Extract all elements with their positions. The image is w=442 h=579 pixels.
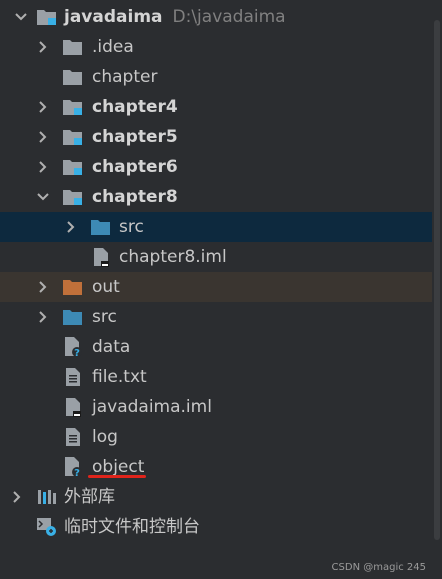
text-file-icon bbox=[62, 427, 84, 447]
source-folder-icon bbox=[90, 217, 112, 237]
tree-row-chapter4[interactable]: chapter4 bbox=[0, 92, 432, 122]
unknown-file-icon: ? bbox=[62, 337, 84, 358]
tree-row-chapter8-iml[interactable]: chapter8.iml bbox=[0, 242, 432, 272]
root-path: D:\javadaima bbox=[172, 7, 286, 27]
chevron-right-icon[interactable] bbox=[36, 100, 50, 114]
tree-row-chapter6[interactable]: chapter6 bbox=[0, 152, 432, 182]
tree-item-label: chapter bbox=[92, 67, 158, 87]
tree-row-chapter[interactable]: chapter bbox=[0, 62, 432, 92]
module-folder-icon bbox=[62, 127, 84, 147]
module-folder-icon bbox=[62, 97, 84, 117]
iml-file-icon bbox=[90, 247, 112, 267]
tree-item-label: chapter6 bbox=[92, 157, 178, 177]
chevron-right-icon[interactable] bbox=[36, 40, 50, 54]
unknown-file-icon: ? bbox=[62, 457, 84, 478]
excluded-folder-icon bbox=[62, 277, 84, 297]
folder-icon bbox=[62, 37, 84, 57]
module-folder-icon bbox=[36, 7, 58, 27]
tree-item-label: chapter5 bbox=[92, 127, 178, 147]
watermark: CSDN @magic 245 bbox=[331, 562, 426, 573]
chevron-right-icon[interactable] bbox=[36, 130, 50, 144]
project-tree: javadaima D:\javadaima .idea chapter chap… bbox=[0, 0, 442, 579]
tree-item-label: file.txt bbox=[92, 367, 147, 387]
svg-text:?: ? bbox=[74, 468, 80, 478]
tree-row-out[interactable]: out bbox=[0, 272, 432, 302]
svg-text:?: ? bbox=[74, 348, 80, 358]
module-folder-icon bbox=[62, 157, 84, 177]
tree-item-label: out bbox=[92, 277, 120, 297]
tree-item-label: .idea bbox=[92, 37, 134, 57]
tree-item-label: src bbox=[119, 217, 144, 237]
tree-row-idea[interactable]: .idea bbox=[0, 32, 432, 62]
scrollbar-thumb[interactable] bbox=[434, 20, 440, 540]
tree-item-label: chapter8.iml bbox=[119, 247, 227, 267]
tree-item-label: 外部库 bbox=[64, 487, 115, 507]
tree-row-object[interactable]: ? object bbox=[0, 452, 432, 482]
tree-item-label: data bbox=[92, 337, 131, 357]
root-label: javadaima D:\javadaima bbox=[64, 7, 286, 27]
tree-item-label: javadaima.iml bbox=[92, 397, 212, 417]
tree-row-data[interactable]: ? data bbox=[0, 332, 432, 362]
chevron-right-icon[interactable] bbox=[64, 220, 78, 234]
iml-file-icon bbox=[62, 397, 84, 417]
tree-row-javadaima-iml[interactable]: javadaima.iml bbox=[0, 392, 432, 422]
vertical-scrollbar[interactable] bbox=[432, 0, 442, 579]
chevron-right-icon[interactable] bbox=[36, 310, 50, 324]
tree-row-log[interactable]: log bbox=[0, 422, 432, 452]
tree-item-label: chapter4 bbox=[92, 97, 178, 117]
tree-row-scratches-consoles[interactable]: 临时文件和控制台 bbox=[0, 512, 432, 542]
tree-row-chapter5[interactable]: chapter5 bbox=[0, 122, 432, 152]
tree-row-src[interactable]: src bbox=[0, 302, 432, 332]
tree-item-label: log bbox=[92, 427, 118, 447]
tree-row-root[interactable]: javadaima D:\javadaima bbox=[0, 2, 432, 32]
module-folder-icon bbox=[62, 187, 84, 207]
tree-item-label: src bbox=[92, 307, 117, 327]
chevron-right-icon[interactable] bbox=[36, 280, 50, 294]
library-icon bbox=[36, 487, 58, 507]
tree-item-label: chapter8 bbox=[92, 187, 178, 207]
scratches-icon bbox=[36, 517, 58, 537]
tree-row-chapter8-src[interactable]: src bbox=[0, 212, 432, 242]
chevron-right-icon[interactable] bbox=[36, 160, 50, 174]
chevron-right-icon[interactable] bbox=[10, 490, 24, 504]
tree-row-chapter8[interactable]: chapter8 bbox=[0, 182, 432, 212]
chevron-down-icon[interactable] bbox=[14, 10, 28, 24]
red-underline-annotation bbox=[88, 475, 146, 478]
tree-item-label: 临时文件和控制台 bbox=[64, 517, 200, 537]
tree-row-file-txt[interactable]: file.txt bbox=[0, 362, 432, 392]
chevron-down-icon[interactable] bbox=[36, 190, 50, 204]
folder-icon bbox=[62, 67, 84, 87]
text-file-icon bbox=[62, 367, 84, 387]
tree-row-external-libraries[interactable]: 外部库 bbox=[0, 482, 432, 512]
source-folder-icon bbox=[62, 307, 84, 327]
